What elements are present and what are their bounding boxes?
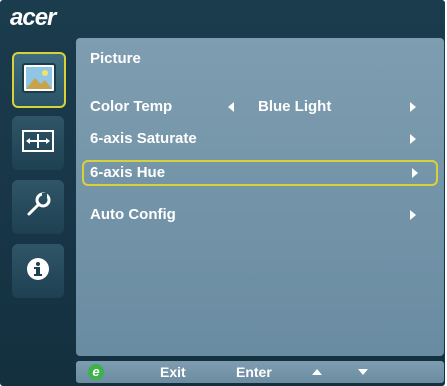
menu-item-value: Blue Light — [258, 98, 332, 115]
menu-item-6-axis-saturate[interactable]: 6-axis Saturate — [84, 128, 434, 150]
up-arrow-icon[interactable] — [312, 369, 322, 375]
settings-tool-icon — [23, 190, 53, 225]
menu-item-color-temp[interactable]: Color Temp Blue Light — [84, 96, 434, 118]
exit-button[interactable]: Exit — [160, 364, 186, 380]
menu-item-label: 6-axis Saturate — [90, 130, 197, 147]
sidebar-item-picture[interactable] — [12, 52, 66, 108]
picture-panel: Picture Color Temp Blue Light 6-axis Sat… — [76, 38, 444, 356]
menu-item-auto-config[interactable]: Auto Config — [84, 204, 434, 226]
left-arrow-icon[interactable] — [228, 102, 234, 112]
panel-title: Picture — [90, 50, 141, 67]
info-icon — [25, 256, 51, 287]
image-position-icon — [21, 129, 55, 158]
down-arrow-icon[interactable] — [358, 369, 368, 375]
menu-item-6-axis-hue[interactable]: 6-axis Hue — [82, 160, 438, 186]
menu-item-label: Color Temp — [90, 98, 173, 115]
picture-icon — [22, 62, 56, 98]
sidebar-item-settings[interactable] — [12, 180, 64, 234]
right-arrow-icon[interactable] — [410, 102, 416, 112]
sidebar-item-info[interactable] — [12, 244, 64, 298]
exit-e-icon: e — [88, 364, 104, 380]
right-arrow-icon[interactable] — [410, 134, 416, 144]
menu-item-label: Auto Config — [90, 206, 176, 223]
right-arrow-icon[interactable] — [410, 210, 416, 220]
enter-button[interactable]: Enter — [236, 364, 272, 380]
bottom-control-bar: e Exit Enter — [76, 361, 444, 383]
osd-window: acer Picture Color Temp Blue Light 6-axi… — [0, 0, 445, 386]
menu-item-label: 6-axis Hue — [90, 164, 166, 181]
right-arrow-icon[interactable] — [412, 168, 418, 178]
acer-logo: acer — [10, 4, 56, 31]
sidebar-item-position[interactable] — [12, 116, 64, 170]
